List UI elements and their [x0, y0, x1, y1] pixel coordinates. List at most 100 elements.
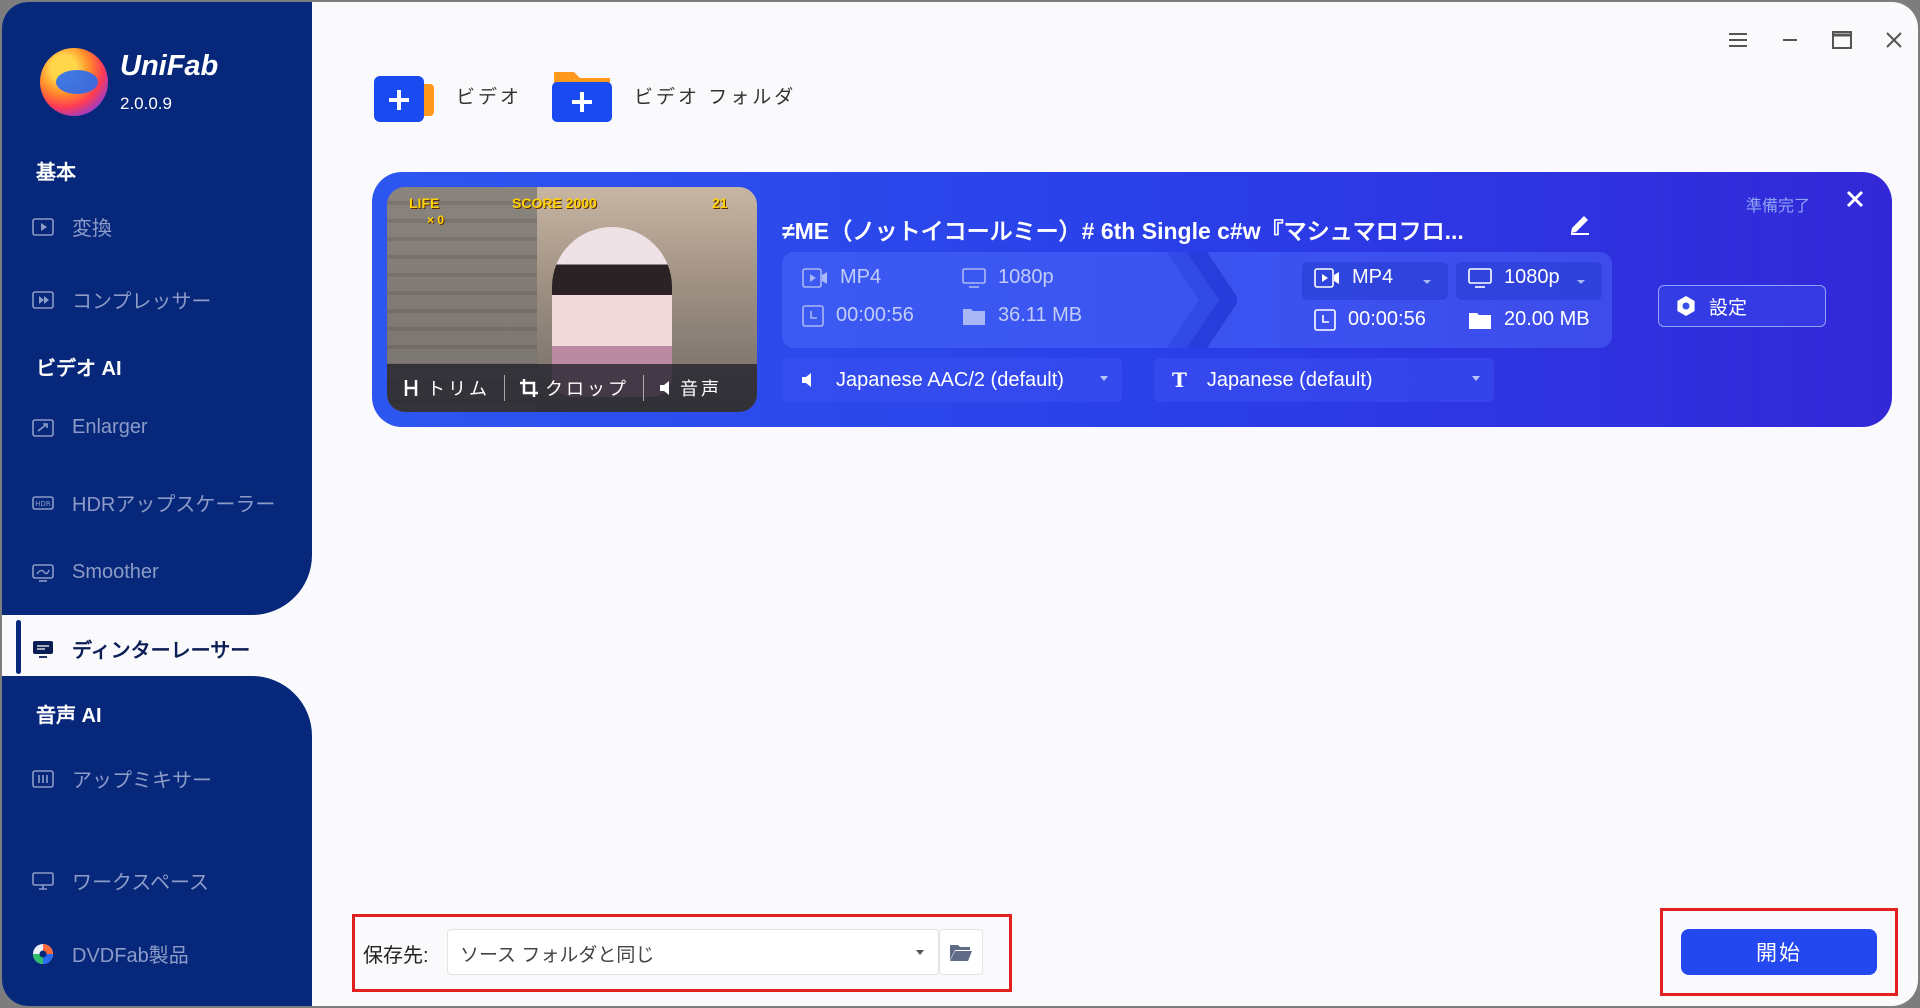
- audio-track-value: Japanese AAC/2 (default): [836, 368, 1064, 391]
- smoother-icon: [32, 563, 54, 582]
- sidebar-item-label: ディンターレーサー: [72, 640, 251, 662]
- sidebar-item-workspace[interactable]: ワークスペース: [32, 866, 209, 895]
- remove-task-icon[interactable]: [1846, 190, 1864, 213]
- source-resolution-value: 1080p: [998, 266, 1054, 288]
- add-video-button[interactable]: ビデオ: [372, 66, 522, 124]
- audio-button[interactable]: 音声: [644, 375, 736, 401]
- monitor-icon: [32, 871, 54, 890]
- speaker-icon: [802, 373, 811, 387]
- sidebar-item-label: Enlarger: [72, 416, 148, 438]
- source-format-value: MP4: [840, 266, 882, 288]
- app-window: UniFab 2.0.0.9 基本 変換 コンプレッサー ビデオ AI Enla…: [2, 2, 1918, 1006]
- section-video-ai: ビデオ AI: [36, 358, 122, 380]
- sidebar-item-smoother[interactable]: Smoother: [32, 561, 159, 584]
- hud-time: 21: [712, 195, 728, 211]
- sidebar-item-label: 変換: [72, 218, 112, 240]
- settings-label: 設定: [1709, 297, 1748, 319]
- maximize-icon[interactable]: [1828, 26, 1856, 54]
- hdr-icon: HDR: [32, 495, 54, 510]
- sidebar-item-dvdfab[interactable]: DVDFab製品: [32, 939, 189, 968]
- sidebar-item-compressor[interactable]: コンプレッサー: [32, 285, 211, 314]
- gear-icon: [1677, 296, 1695, 316]
- save-location-label: 保存先:: [363, 945, 429, 967]
- monitor-icon: [962, 267, 986, 288]
- sidebar-item-label: Smoother: [72, 561, 159, 583]
- deinterlace-icon: [33, 640, 53, 658]
- crop-button[interactable]: クロップ: [505, 375, 643, 401]
- close-icon[interactable]: [1880, 26, 1908, 54]
- video-thumbnail[interactable]: LIFE × 0 SCORE 2000 21 トリム クロップ 音声: [387, 187, 757, 412]
- output-duration: 00:00:56: [1314, 308, 1426, 331]
- source-format: MP4: [802, 266, 881, 289]
- text-icon: T: [1172, 368, 1187, 392]
- save-location-area: 保存先: ソース フォルダと同じ: [352, 914, 1012, 992]
- section-basic: 基本: [36, 162, 76, 184]
- hud-score: SCORE 2000: [512, 195, 597, 211]
- sidebar-item-hdr-upscaler[interactable]: HDR HDRアップスケーラー: [32, 488, 275, 517]
- chevron-down-icon: [1423, 280, 1431, 284]
- crop-label: クロップ: [545, 379, 629, 399]
- subtitle-select[interactable]: T Japanese (default): [1154, 358, 1494, 402]
- source-resolution: 1080p: [962, 266, 1054, 289]
- sidebar-item-convert[interactable]: 変換: [32, 212, 112, 241]
- output-size-value: 20.00 MB: [1504, 308, 1590, 330]
- source-duration-value: 00:00:56: [836, 304, 914, 326]
- sidebar-item-label: アップミキサー: [72, 770, 212, 792]
- subtitle-value: Japanese (default): [1206, 368, 1373, 391]
- audio-track-select[interactable]: Japanese AAC/2 (default): [782, 358, 1122, 402]
- add-video-label: ビデオ: [456, 86, 523, 108]
- video-file-icon: [802, 267, 827, 288]
- trim-icon: [404, 380, 418, 396]
- folder-icon: [1469, 312, 1491, 329]
- monitor-icon: [1468, 267, 1492, 288]
- hud-life: LIFE: [409, 195, 440, 211]
- source-size: 36.11 MB: [962, 304, 1082, 327]
- speaker-icon: [660, 381, 669, 395]
- add-video-icon: [372, 66, 436, 124]
- play-square-icon: [32, 217, 54, 236]
- start-button[interactable]: 開始: [1681, 929, 1877, 975]
- conversion-info: MP4 1080p 00:00:56 36.11 MB MP4 1080p 00…: [782, 252, 1612, 348]
- video-file-icon: [1314, 267, 1339, 288]
- clock-icon: [1314, 308, 1336, 331]
- sidebar-item-upmixer[interactable]: アップミキサー: [32, 764, 212, 793]
- output-format: MP4: [1314, 266, 1393, 289]
- compress-icon: [32, 290, 54, 309]
- hud-count: × 0: [427, 213, 445, 227]
- output-resolution-value: 1080p: [1504, 266, 1560, 288]
- sidebar-item-deinterlacer[interactable]: ディンターレーサー: [32, 634, 250, 663]
- output-duration-value: 00:00:56: [1348, 308, 1426, 330]
- add-folder-button[interactable]: ビデオ フォルダ: [550, 66, 796, 124]
- save-location-select[interactable]: ソース フォルダと同じ: [447, 929, 939, 975]
- sidebar-item-enlarger[interactable]: Enlarger: [32, 416, 148, 439]
- sidebar-item-label: ワークスペース: [72, 872, 209, 894]
- chevron-down-icon: [1100, 376, 1108, 381]
- app-version: 2.0.0.9: [120, 94, 172, 113]
- mixer-icon: [32, 769, 54, 788]
- clock-icon: [802, 304, 824, 327]
- crop-icon: [520, 379, 538, 397]
- settings-button[interactable]: 設定: [1658, 285, 1826, 327]
- audio-label: 音声: [680, 379, 722, 399]
- output-format-value: MP4: [1352, 266, 1394, 288]
- minimize-icon[interactable]: [1776, 26, 1804, 54]
- browse-folder-button[interactable]: [939, 929, 983, 975]
- video-title: ≠ME（ノットイコールミー）# 6th Single c#w『マシュマロフロ..…: [782, 218, 1464, 244]
- source-duration: 00:00:56: [802, 304, 914, 327]
- edit-title-icon[interactable]: [1568, 212, 1592, 241]
- section-audio-ai: 音声 AI: [36, 705, 102, 727]
- app-name: UniFab: [120, 50, 219, 82]
- dvdfab-icon: [33, 943, 53, 964]
- sidebar-item-label: HDRアップスケーラー: [72, 494, 276, 516]
- folder-icon: [963, 308, 985, 325]
- task-card: LIFE × 0 SCORE 2000 21 トリム クロップ 音声 ≠ME（ノ…: [372, 172, 1892, 427]
- trim-button[interactable]: トリム: [387, 375, 504, 401]
- svg-text:HDR: HDR: [35, 500, 51, 508]
- sidebar-item-label: コンプレッサー: [72, 291, 212, 313]
- save-location-value: ソース フォルダと同じ: [460, 945, 655, 966]
- unifab-logo: [40, 48, 108, 116]
- add-folder-label: ビデオ フォルダ: [634, 86, 797, 108]
- menu-icon[interactable]: [1724, 26, 1752, 54]
- add-folder-icon: [550, 66, 614, 124]
- source-size-value: 36.11 MB: [998, 304, 1083, 326]
